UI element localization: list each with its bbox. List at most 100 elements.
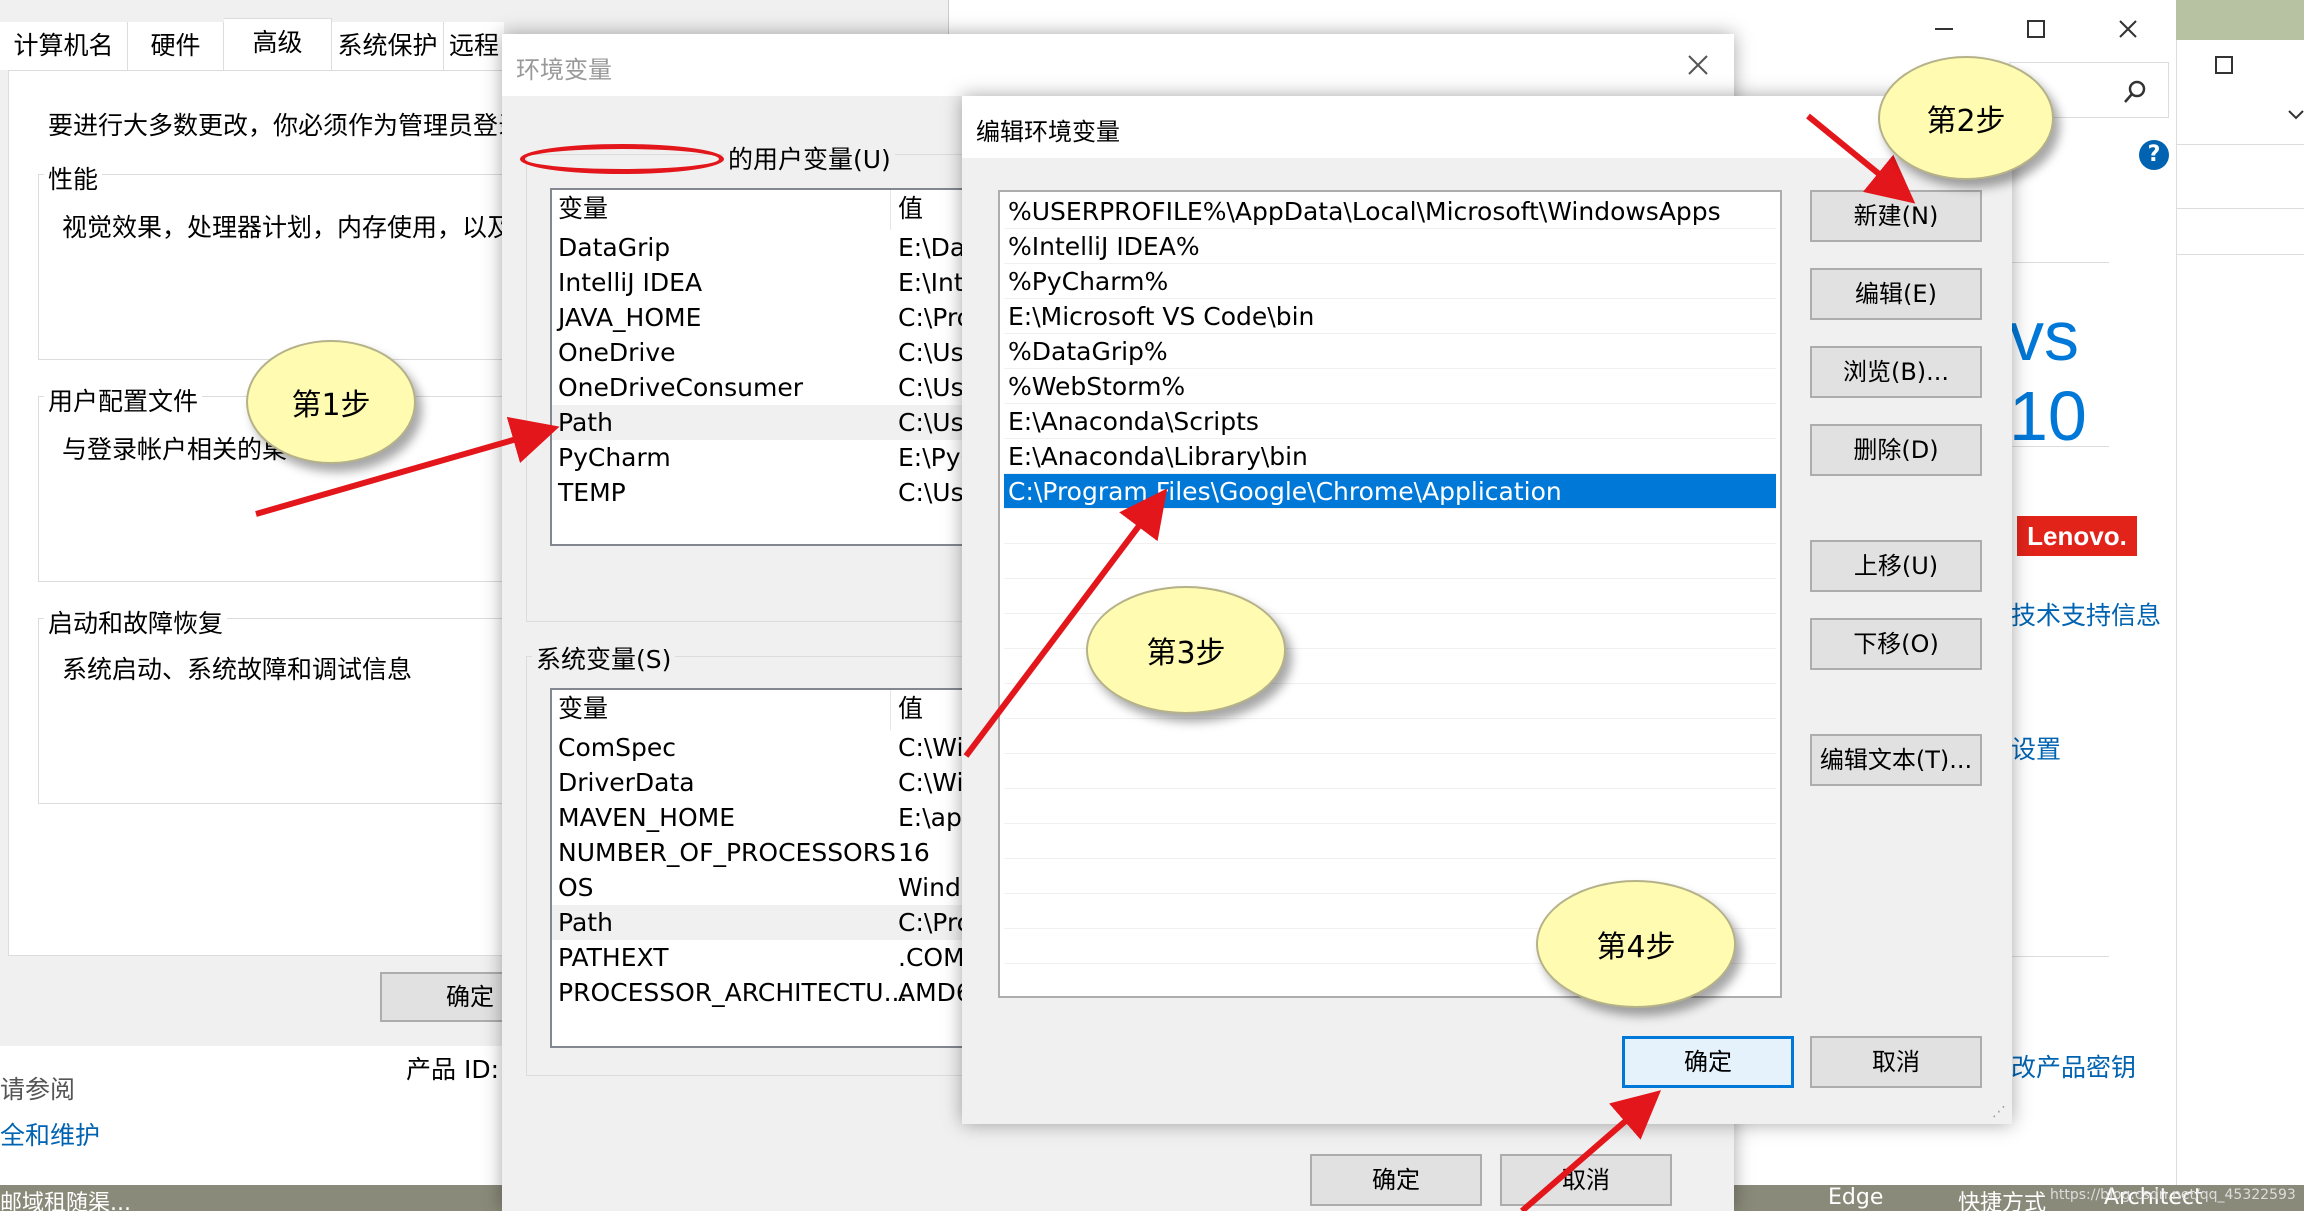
- side-maximize-icon[interactable]: [2211, 52, 2237, 78]
- cell-variable: DriverData: [558, 768, 695, 797]
- step-1-bubble: 第1步: [246, 340, 416, 464]
- close-icon[interactable]: [2113, 14, 2143, 44]
- maximize-icon[interactable]: [2021, 14, 2051, 44]
- cell-variable: MAVEN_HOME: [558, 803, 736, 832]
- path-entry[interactable]: [1004, 719, 1776, 754]
- path-entry[interactable]: E:\Anaconda\Scripts: [1004, 404, 1776, 439]
- cell-variable: JAVA_HOME: [558, 303, 702, 332]
- close-icon[interactable]: [1678, 45, 1718, 85]
- edit-cancel-button[interactable]: 取消: [1810, 1036, 1982, 1088]
- path-entries-list[interactable]: %USERPROFILE%\AppData\Local\Microsoft\Wi…: [998, 190, 1782, 998]
- step-3-bubble: 第3步: [1086, 586, 1286, 714]
- side-pane: [2176, 40, 2304, 1185]
- cell-variable: DataGrip: [558, 233, 671, 262]
- performance-desc: 视觉效果，处理器计划，内存使用，以及虚: [62, 213, 538, 242]
- cell-variable: TEMP: [558, 478, 626, 507]
- path-entry[interactable]: %WebStorm%: [1004, 369, 1776, 404]
- cell-value: C:\Wi: [898, 768, 964, 797]
- resize-grip-icon[interactable]: ⋰: [1992, 1104, 2008, 1120]
- lenovo-logo: Lenovo.: [2017, 516, 2137, 556]
- sysprops-bottom: 产品 ID: 请参阅 全和维护: [0, 1046, 500, 1185]
- profile-desc: 与登录帐户相关的桌: [62, 435, 288, 464]
- cell-variable: OneDrive: [558, 338, 676, 367]
- path-entry[interactable]: E:\Microsoft VS Code\bin: [1004, 299, 1776, 334]
- path-entry[interactable]: %IntelliJ IDEA%: [1004, 229, 1776, 264]
- cell-value: AMD6: [898, 978, 972, 1007]
- taskbar-left-label: 邮域租随渠...: [0, 1191, 131, 1211]
- system-vars-label: 系统变量(S): [532, 640, 676, 676]
- path-entry-selected[interactable]: C:\Program Files\Google\Chrome\Applicati…: [1004, 474, 1776, 509]
- cell-value: C:\Pro: [898, 908, 972, 937]
- settings-link[interactable]: 设置: [2011, 730, 2061, 766]
- redacted-username-ellipse: [520, 144, 724, 174]
- step-4-label: 第4步: [1596, 930, 1676, 965]
- admin-note: 要进行大多数更改，你必须作为管理员登录: [48, 111, 524, 140]
- tab-system-protection[interactable]: 系统保护: [332, 22, 444, 70]
- env-titlebar: 环境变量: [502, 34, 1734, 96]
- cell-variable: Path: [558, 908, 613, 937]
- column-header-variable[interactable]: 变量: [558, 690, 608, 728]
- column-separator: [890, 190, 891, 230]
- watermark: https://blog.csdn.net/qq_45322593: [2050, 1187, 2296, 1203]
- minimize-icon[interactable]: [1929, 14, 1959, 44]
- about-divider2: [2009, 446, 2109, 447]
- side-divider: [2177, 144, 2304, 145]
- edit-text-button[interactable]: 编辑文本(T)...: [1810, 734, 1982, 786]
- column-header-value[interactable]: 值: [898, 690, 923, 728]
- column-header-variable[interactable]: 变量: [558, 190, 608, 228]
- taskbar-shortcut-label: 快捷方式: [1958, 1191, 2047, 1211]
- cell-variable: OneDriveConsumer: [558, 373, 804, 402]
- env-ok-button[interactable]: 确定: [1310, 1154, 1482, 1206]
- tab-computer-name[interactable]: 计算机名: [0, 22, 128, 70]
- side-divider2: [2177, 208, 2304, 209]
- step-2-label: 第2步: [1926, 104, 2006, 139]
- column-header-value[interactable]: 值: [898, 190, 923, 228]
- browse-button[interactable]: 浏览(B)...: [1810, 346, 1982, 398]
- cell-variable: OS: [558, 873, 594, 902]
- cell-variable: IntelliJ IDEA: [558, 268, 703, 297]
- cell-value: .COM: [898, 943, 965, 972]
- security-link[interactable]: 全和维护: [0, 1116, 100, 1152]
- edit-button[interactable]: 编辑(E): [1810, 268, 1982, 320]
- tab-hardware[interactable]: 硬件: [128, 22, 224, 70]
- env-cancel-button[interactable]: 取消: [1500, 1154, 1672, 1206]
- path-entry[interactable]: [1004, 509, 1776, 544]
- profile-label: 用户配置文件: [44, 382, 203, 418]
- user-vars-label: 的用户变量(U): [724, 140, 895, 176]
- new-button[interactable]: 新建(N): [1810, 190, 1982, 242]
- tab-advanced[interactable]: 高级: [224, 18, 332, 72]
- support-link[interactable]: 技术支持信息: [2011, 596, 2161, 632]
- delete-button[interactable]: 删除(D): [1810, 424, 1982, 476]
- step-4-bubble: 第4步: [1536, 880, 1736, 1008]
- startup-label: 启动和故障恢复: [44, 604, 228, 640]
- step-2-bubble: 第2步: [1878, 56, 2054, 180]
- path-entry[interactable]: %DataGrip%: [1004, 334, 1776, 369]
- path-entry[interactable]: [1004, 824, 1776, 859]
- cell-variable: PyCharm: [558, 443, 671, 472]
- path-entry[interactable]: E:\Anaconda\Library\bin: [1004, 439, 1776, 474]
- help-icon[interactable]: ?: [2139, 140, 2169, 170]
- search-icon[interactable]: [2121, 78, 2149, 106]
- path-entry[interactable]: [1004, 789, 1776, 824]
- path-entry[interactable]: %PyCharm%: [1004, 264, 1776, 299]
- path-entry[interactable]: [1004, 754, 1776, 789]
- move-down-button[interactable]: 下移(O): [1810, 618, 1982, 670]
- path-entry[interactable]: %USERPROFILE%\AppData\Local\Microsoft\Wi…: [1004, 194, 1776, 229]
- cell-variable: PATHEXT: [558, 943, 669, 972]
- cell-value: C:\Wi: [898, 733, 964, 762]
- startup-desc: 系统启动、系统故障和调试信息: [62, 655, 413, 684]
- move-up-button[interactable]: 上移(U): [1810, 540, 1982, 592]
- chevron-down-icon[interactable]: [2287, 106, 2304, 124]
- env-title: 环境变量: [516, 56, 612, 84]
- tab-remote[interactable]: 远程: [444, 22, 504, 70]
- cell-value: 16: [898, 838, 930, 867]
- cell-variable: PROCESSOR_ARCHITECTU...: [558, 978, 908, 1007]
- taskbar-edge-label: Edge: [1828, 1185, 1884, 1210]
- performance-label: 性能: [44, 160, 103, 196]
- about-divider: [2009, 262, 2109, 263]
- change-key-link[interactable]: 改产品密钥: [2011, 1048, 2136, 1084]
- step-3-label: 第3步: [1146, 636, 1226, 671]
- side-divider3: [2177, 254, 2304, 255]
- path-entry[interactable]: [1004, 544, 1776, 579]
- edit-ok-button[interactable]: 确定: [1622, 1036, 1794, 1088]
